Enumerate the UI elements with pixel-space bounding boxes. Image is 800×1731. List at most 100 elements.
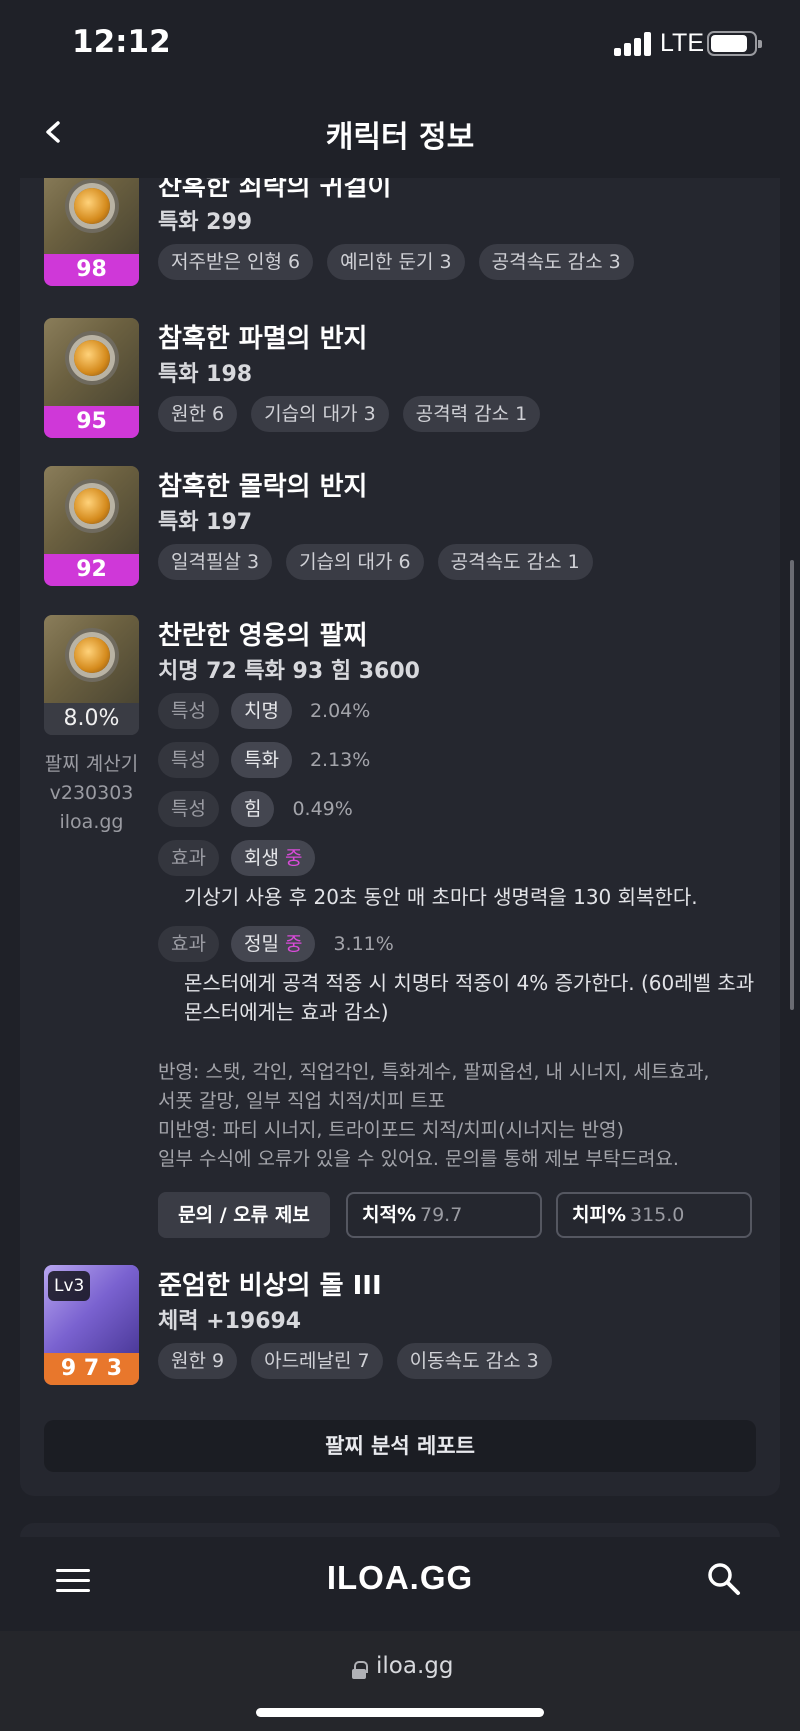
- effect-row: 효과 정밀 중 3.11%: [158, 926, 394, 962]
- trait-value: 0.49%: [292, 798, 353, 820]
- engraving-chip: 기습의 대가 6: [286, 544, 424, 580]
- crit-damage-field[interactable]: 치피%: [556, 1192, 752, 1238]
- engraving-list: 원한 9 아드레날린 7 이동속도 감소 3: [158, 1343, 552, 1379]
- engraving-chip: 공격력 감소 1: [402, 396, 541, 432]
- calculator-version: v230303: [49, 782, 134, 804]
- item-stat: 체력 +19694: [158, 1309, 302, 1334]
- effect-grade: 중: [284, 847, 303, 869]
- item-title: 잔혹한 쇠락의 귀걸이: [158, 178, 392, 202]
- engraving-chip: 기습의 대가 3: [251, 396, 389, 432]
- item-thumbnail: 92: [44, 466, 139, 586]
- lock-icon: [352, 1661, 368, 1679]
- home-indicator: [256, 1708, 544, 1717]
- bracelet-percent: 8.0%: [44, 703, 139, 735]
- engraving-chip: 이동속도 감소 3: [396, 1343, 552, 1379]
- crit-damage-input[interactable]: [630, 1194, 730, 1236]
- trait-tag: 특성: [158, 693, 219, 729]
- effect-description: 몬스터에게 공격 적중 시 치명타 적중이 4% 증가한다. (60레벨 초과 …: [184, 971, 755, 1024]
- url-text[interactable]: iloa.gg: [376, 1653, 453, 1679]
- page-title: 캐릭터 정보: [325, 120, 475, 155]
- crit-damage-label: 치피%: [572, 1204, 626, 1226]
- bottom-nav: ILOA.GG: [0, 1537, 800, 1631]
- calculator-name: 팔찌 계산기: [44, 753, 139, 775]
- engraving-chip: 공격속도 감소 1: [437, 544, 593, 580]
- item-thumbnail: 95: [44, 318, 139, 438]
- stone-facets: 9 7 3: [44, 1353, 139, 1385]
- engraving-chip: 저주받은 인형 6: [158, 244, 314, 280]
- quality-label: 95: [44, 406, 139, 438]
- accessory-item[interactable]: 92 참혹한 몰락의 반지 특화 197 일격필살 3 기습의 대가 6 공격속…: [44, 466, 764, 586]
- browser-url-bar[interactable]: iloa.gg: [0, 1631, 800, 1731]
- trait-row: 특성 치명 2.04%: [158, 693, 370, 729]
- site-logo[interactable]: ILOA.GG: [0, 1559, 800, 1597]
- signal-icon: [614, 32, 654, 56]
- ability-stone-item[interactable]: Lv3 9 7 3 준엄한 비상의 돌 III 체력 +19694 원한 9 아…: [44, 1265, 764, 1385]
- calculator-site: iloa.gg: [59, 811, 124, 833]
- status-bar: 12:12 LTE: [0, 0, 800, 88]
- engraving-chip: 원한 9: [158, 1343, 238, 1379]
- notes-line: 반영: 스탯, 각인, 직업각인, 특화계수, 팔찌옵션, 내 시너지, 세트효…: [158, 1061, 710, 1083]
- item-title: 참혹한 파멸의 반지: [158, 324, 368, 354]
- trait-value: 2.13%: [309, 749, 371, 771]
- earring-icon: [44, 178, 139, 254]
- engraving-chip: 예리한 둔기 3: [327, 244, 465, 280]
- item-stat: 치명 72 특화 93 힘 3600: [158, 659, 420, 684]
- status-time: 12:12: [72, 24, 171, 60]
- accessory-item[interactable]: 95 참혹한 파멸의 반지 특화 198 원한 6 기습의 대가 3 공격력 감…: [44, 318, 764, 438]
- item-stat: 특화 299: [158, 210, 253, 235]
- bracelet-icon: [44, 615, 139, 703]
- trait-name: 특화: [230, 742, 292, 778]
- calculator-notes: 반영: 스탯, 각인, 직업각인, 특화계수, 팔찌옵션, 내 시너지, 세트효…: [158, 1058, 758, 1174]
- notes-line: 미반영: 파티 시너지, 트라이포드 치적/치피(시너지는 반영): [158, 1119, 624, 1141]
- trait-tag: 특성: [158, 791, 219, 827]
- effect-row: 효과 회생 중: [158, 840, 316, 876]
- trait-row: 특성 특화 2.13%: [158, 742, 370, 778]
- battery-icon: [707, 31, 762, 56]
- item-title: 참혹한 몰락의 반지: [158, 472, 368, 502]
- bracelet-analysis-button[interactable]: 팔찌 분석 레포트: [44, 1420, 756, 1472]
- effect-grade: 중: [284, 933, 303, 955]
- item-title: 찬란한 영웅의 팔찌: [158, 621, 368, 651]
- calculator-info: 팔찌 계산기 v230303 iloa.gg: [44, 750, 139, 837]
- engraving-chip: 원한 6: [158, 396, 238, 432]
- report-error-button[interactable]: 문의 / 오류 제보: [158, 1192, 330, 1238]
- crit-rate-label: 치적%: [362, 1204, 416, 1226]
- trait-name: 치명: [230, 693, 292, 729]
- ring-icon: [44, 318, 139, 406]
- effect-name: 정밀 중: [230, 926, 316, 962]
- scrollbar[interactable]: [790, 560, 794, 1010]
- item-stat: 특화 197: [158, 510, 253, 535]
- trait-value: 2.04%: [309, 700, 371, 722]
- notes-line: 서폿 갈망, 일부 직업 치적/치피 트포: [158, 1090, 446, 1112]
- ring-icon: [44, 466, 139, 554]
- item-stat: 특화 198: [158, 362, 253, 387]
- crit-rate-field[interactable]: 치적%: [346, 1192, 542, 1238]
- notes-line: 일부 수식에 오류가 있을 수 있어요. 문의를 통해 제보 부탁드려요.: [158, 1148, 679, 1170]
- item-thumbnail: Lv3 9 7 3: [44, 1265, 139, 1385]
- trait-name: 힘: [230, 791, 275, 827]
- equipment-card: 98 잔혹한 쇠락의 귀걸이 특화 299 저주받은 인형 6 예리한 둔기 3…: [20, 178, 780, 1496]
- trait-tag: 특성: [158, 742, 219, 778]
- effect-tag: 효과: [158, 840, 219, 876]
- effect-value: 3.11%: [333, 933, 394, 955]
- search-icon[interactable]: [706, 1561, 742, 1597]
- engraving-list: 저주받은 인형 6 예리한 둔기 3 공격속도 감소 3: [158, 244, 634, 280]
- accessory-item[interactable]: 98 잔혹한 쇠락의 귀걸이 특화 299 저주받은 인형 6 예리한 둔기 3…: [44, 178, 764, 286]
- trait-row: 특성 힘 0.49%: [158, 791, 353, 827]
- effect-tag: 효과: [158, 926, 219, 962]
- quality-label: 92: [44, 554, 139, 586]
- app-header: 캐릭터 정보: [0, 88, 800, 178]
- crit-rate-input[interactable]: [420, 1194, 520, 1236]
- network-label: LTE: [660, 29, 704, 57]
- engraving-chip: 아드레날린 7: [251, 1343, 383, 1379]
- stone-level-badge: Lv3: [48, 1271, 91, 1301]
- engraving-list: 일격필살 3 기습의 대가 6 공격속도 감소 1: [158, 544, 593, 580]
- item-thumbnail: 98: [44, 178, 139, 286]
- item-title: 준엄한 비상의 돌 III: [158, 1271, 382, 1301]
- engraving-list: 원한 6 기습의 대가 3 공격력 감소 1: [158, 396, 541, 432]
- engraving-chip: 공격속도 감소 3: [478, 244, 634, 280]
- item-thumbnail: 8.0%: [44, 615, 139, 735]
- quality-label: 98: [44, 254, 139, 286]
- effect-description: 기상기 사용 후 20초 동안 매 초마다 생명력을 130 회복한다.: [184, 885, 698, 909]
- engraving-chip: 일격필살 3: [158, 544, 273, 580]
